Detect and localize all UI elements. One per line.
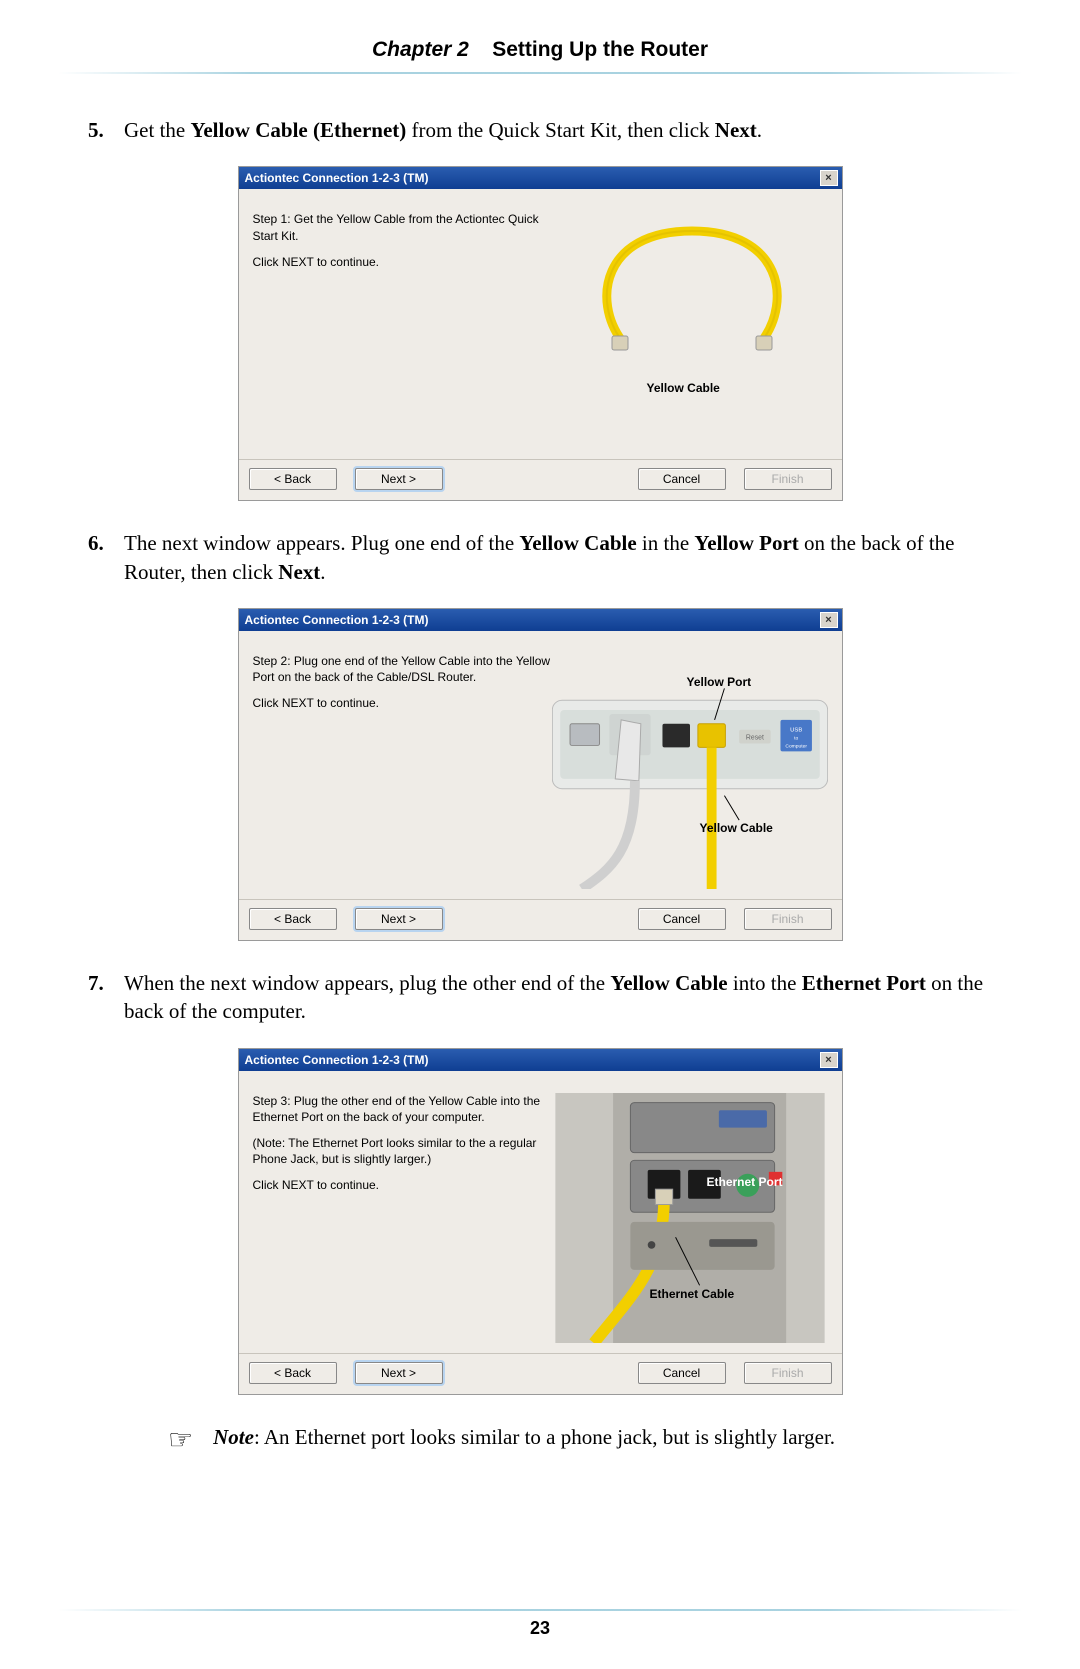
image-label: Ethernet Cable [650, 1287, 735, 1301]
dialog-titlebar: Actiontec Connection 1-2-3 (TM) × [239, 167, 842, 189]
svg-text:Computer: Computer [785, 743, 807, 749]
dialog-image: Yellow Cable [552, 211, 828, 449]
cancel-button[interactable]: Cancel [638, 1362, 726, 1384]
finish-button: Finish [744, 1362, 832, 1384]
close-icon[interactable]: × [820, 612, 838, 628]
back-button[interactable]: < Back [249, 1362, 337, 1384]
dialog-titlebar: Actiontec Connection 1-2-3 (TM) × [239, 1049, 842, 1071]
dialog-title: Actiontec Connection 1-2-3 (TM) [245, 613, 820, 627]
step-text: The next window appears. Plug one end of… [124, 529, 992, 586]
step-5: 5. Get the Yellow Cable (Ethernet) from … [88, 116, 992, 501]
dialog-instructions: Step 2: Plug one end of the Yellow Cable… [253, 653, 552, 889]
dialog-instructions: Step 3: Plug the other end of the Yellow… [253, 1093, 552, 1343]
chapter-title: Setting Up the Router [492, 38, 708, 61]
cancel-button[interactable]: Cancel [638, 908, 726, 930]
note-pointing-hand-icon: ☞ [168, 1421, 193, 1460]
computer-back-illustration [552, 1093, 828, 1343]
note-block: ☞ Note: An Ethernet port looks similar t… [168, 1423, 992, 1460]
header-divider [58, 72, 1022, 74]
dialog-instructions: Step 1: Get the Yellow Cable from the Ac… [253, 211, 552, 449]
step-number: 5. [88, 116, 124, 144]
dialog-image: Reset USB to Computer Yellow Port Yellow… [552, 653, 828, 889]
note-text: Note: An Ethernet port looks similar to … [213, 1423, 863, 1452]
step-text: When the next window appears, plug the o… [124, 969, 992, 1026]
page-header: Chapter 2 Setting Up the Router [0, 0, 1080, 72]
dialog-title: Actiontec Connection 1-2-3 (TM) [245, 171, 820, 185]
back-button[interactable]: < Back [249, 908, 337, 930]
wizard-dialog-step2: Actiontec Connection 1-2-3 (TM) × Step 2… [238, 608, 843, 941]
image-label: Yellow Port [687, 675, 752, 689]
footer-divider [58, 1609, 1022, 1611]
dialog-image: Ethernet Port Ethernet Cable [552, 1093, 828, 1343]
image-label: Yellow Cable [647, 381, 720, 395]
cancel-button[interactable]: Cancel [638, 468, 726, 490]
back-button[interactable]: < Back [249, 468, 337, 490]
page-content: 5. Get the Yellow Cable (Ethernet) from … [0, 74, 1080, 1460]
next-button[interactable]: Next > [355, 468, 443, 490]
yellow-cable-illustration [582, 221, 802, 361]
wizard-dialog-step3: Actiontec Connection 1-2-3 (TM) × Step 3… [238, 1048, 843, 1395]
step-number: 6. [88, 529, 124, 586]
next-button[interactable]: Next > [355, 908, 443, 930]
svg-text:USB: USB [790, 728, 802, 734]
step-number: 7. [88, 969, 124, 1026]
close-icon[interactable]: × [820, 170, 838, 186]
svg-text:to: to [794, 736, 798, 742]
finish-button: Finish [744, 908, 832, 930]
image-label: Ethernet Port [707, 1175, 783, 1189]
step-7: 7. When the next window appears, plug th… [88, 969, 992, 1395]
svg-text:Reset: Reset [745, 735, 763, 742]
next-button[interactable]: Next > [355, 1362, 443, 1384]
close-icon[interactable]: × [820, 1052, 838, 1068]
dialog-title: Actiontec Connection 1-2-3 (TM) [245, 1053, 820, 1067]
chapter-prefix: Chapter 2 [372, 38, 469, 61]
step-6: 6. The next window appears. Plug one end… [88, 529, 992, 941]
image-label: Yellow Cable [700, 821, 773, 835]
page-number: 23 [0, 1618, 1080, 1639]
wizard-dialog-step1: Actiontec Connection 1-2-3 (TM) × Step 1… [238, 166, 843, 501]
finish-button: Finish [744, 468, 832, 490]
dialog-titlebar: Actiontec Connection 1-2-3 (TM) × [239, 609, 842, 631]
step-text: Get the Yellow Cable (Ethernet) from the… [124, 116, 992, 144]
